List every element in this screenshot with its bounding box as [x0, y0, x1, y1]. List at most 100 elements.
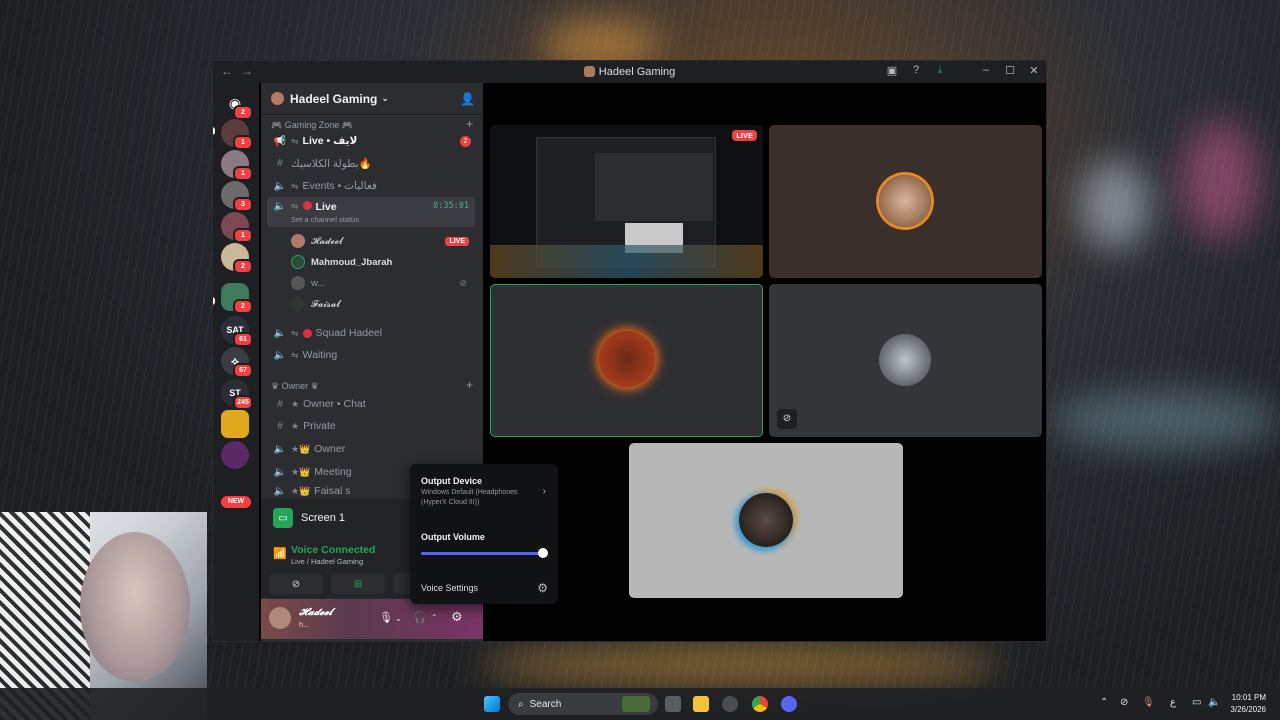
speaker-icon: 🔈: [273, 327, 287, 339]
display-icon[interactable]: ▭: [1192, 697, 1201, 708]
channel-label: Waiting: [302, 349, 338, 361]
avatar[interactable]: [269, 607, 291, 629]
participant-tile[interactable]: [629, 443, 903, 598]
screen-share-label: Screen 1: [301, 512, 346, 524]
channel-private[interactable]: # ★ Private: [267, 416, 475, 436]
category-owner[interactable]: ♛ Owner ♛ +: [271, 378, 473, 392]
channel-squad[interactable]: 🔈 ⇋ Squad Hadeel: [267, 323, 475, 343]
inbox-icon[interactable]: ▣: [886, 64, 898, 77]
server-badge: 3: [233, 197, 253, 212]
voice-channel[interactable]: Live / Hadeel Gaming: [291, 557, 363, 566]
avatar: [291, 255, 305, 269]
download-icon[interactable]: ⤓: [934, 64, 946, 77]
channel-prefix-icon: ⇋: [291, 201, 299, 211]
server-icon[interactable]: [221, 441, 249, 469]
server-icon[interactable]: 2: [221, 243, 253, 274]
chevron-up-icon[interactable]: ⌃: [1100, 697, 1108, 708]
stream-glow: [490, 245, 763, 278]
channel-label: Meeting: [314, 466, 352, 478]
crown-icon: ★👑: [291, 485, 311, 496]
server-badge: 245: [233, 395, 253, 410]
language-indicator[interactable]: ع: [1170, 697, 1176, 708]
chrome-icon[interactable]: [752, 696, 768, 712]
server-icon[interactable]: ⟡ 67: [221, 347, 253, 378]
taskbar-search[interactable]: ⌕ Search: [508, 693, 658, 715]
user-name[interactable]: 𝓗𝓪𝓭𝓮𝓮𝓵: [299, 607, 332, 618]
category-gaming-zone[interactable]: 🎮 Gaming Zone 🎮 +: [271, 117, 473, 131]
title-bar-actions: ▣ ? ⤓ – ☐ ✕: [886, 64, 1040, 77]
voice-user[interactable]: w... ⊘: [291, 274, 473, 292]
discord-home-icon[interactable]: ◉ 2: [221, 89, 253, 120]
screen-share-button[interactable]: ⊞: [331, 574, 385, 594]
crown-icon: ★👑: [291, 443, 311, 454]
announcement-icon: 📢: [273, 135, 287, 147]
server-icon[interactable]: 1: [221, 212, 253, 243]
add-member-icon[interactable]: 👤: [460, 92, 475, 106]
gear-icon[interactable]: ⚙: [537, 581, 548, 595]
help-icon[interactable]: ?: [910, 64, 922, 77]
voice-status[interactable]: Voice Connected: [291, 544, 375, 556]
voice-settings-link[interactable]: Voice Settings: [421, 583, 478, 593]
red-dot-icon: [302, 328, 312, 338]
voice-user[interactable]: 𝓕𝓪𝓲𝓼𝓪𝓵: [291, 295, 473, 313]
server-icon[interactable]: 3: [221, 181, 253, 212]
avatar: [599, 331, 655, 387]
channel-waiting[interactable]: 🔈 ⇋ Waiting: [267, 345, 475, 365]
voice-user-name: w...: [311, 277, 326, 289]
new-servers-pill[interactable]: NEW: [221, 496, 251, 508]
call-timer: 8:35:01: [433, 201, 469, 211]
stream-tile[interactable]: LIVE: [490, 125, 763, 278]
network-off-icon[interactable]: ⊘: [1120, 697, 1128, 708]
minimize-icon[interactable]: –: [980, 64, 992, 77]
server-icon[interactable]: 1: [221, 119, 253, 150]
task-view-icon[interactable]: [665, 696, 681, 712]
title-bar: ← → Hadeel Gaming ▣ ? ⤓ – ☐ ✕: [213, 61, 1046, 83]
channel-events[interactable]: 🔈 ⇋ Events • فعاليات: [267, 176, 475, 196]
app-icon[interactable]: [722, 696, 738, 712]
server-icon[interactable]: 1: [221, 150, 253, 181]
chevron-right-icon[interactable]: ›: [543, 486, 546, 497]
video-off-button[interactable]: ⊘: [269, 574, 323, 594]
add-channel-icon[interactable]: +: [466, 117, 473, 131]
voice-user[interactable]: 𝓗𝓪𝓭𝓮𝓮𝓵 LIVE: [291, 232, 473, 250]
output-volume-slider[interactable]: [421, 552, 543, 555]
server-header[interactable]: Hadeel Gaming ⌄ 👤: [261, 83, 483, 115]
volume-icon[interactable]: 🔈: [1208, 697, 1220, 708]
avatar: [879, 334, 931, 386]
server-folder-icon[interactable]: 2: [221, 283, 253, 314]
microphone-icon[interactable]: 🎙: [1142, 697, 1155, 708]
channel-live-voice[interactable]: 🔈 ⇋ Live 8:35:01 Set a channel status: [267, 197, 475, 227]
participant-tile[interactable]: ⊘: [769, 284, 1042, 437]
channel-owner-chat[interactable]: # ★ Owner • Chat: [267, 394, 475, 414]
windows-start-icon[interactable]: [484, 696, 500, 712]
output-device-title[interactable]: Output Device: [421, 476, 482, 486]
add-channel-icon[interactable]: +: [466, 378, 473, 392]
slider-handle[interactable]: [538, 548, 548, 558]
participant-tile[interactable]: [769, 125, 1042, 278]
maximize-icon[interactable]: ☐: [1004, 64, 1016, 77]
server-icon[interactable]: ST 245: [221, 379, 253, 410]
voice-user[interactable]: Mahmoud_Jbarah: [291, 253, 473, 271]
file-explorer-icon[interactable]: [693, 696, 709, 712]
microphone-icon[interactable]: 🎙: [379, 611, 393, 624]
user-panel: 𝓗𝓪𝓭𝓮𝓮𝓵 h... 🎙 ⌄ 🎧 ⌃ ⚙: [261, 599, 483, 639]
server-icon[interactable]: SAT 61: [221, 316, 253, 347]
gear-icon[interactable]: ⚙: [451, 609, 463, 625]
clock[interactable]: 10:01 PM 3/26/2026: [1230, 692, 1266, 716]
close-icon[interactable]: ✕: [1028, 64, 1040, 77]
channel-owner[interactable]: 🔈 ★👑 Owner: [267, 439, 475, 459]
discord-taskbar-icon[interactable]: [781, 696, 797, 712]
participant-tile-speaking[interactable]: [490, 284, 763, 437]
channel-tournament[interactable]: # بطولة الكلاسيك🔥: [267, 153, 475, 173]
speaker-icon: 🔈: [273, 201, 287, 212]
output-device-value[interactable]: Windows Default (Headphones (HyperX Clou…: [421, 488, 531, 508]
channel-status[interactable]: Set a channel status: [291, 215, 359, 224]
signal-icon[interactable]: 📶: [273, 547, 287, 560]
channel-live-announce[interactable]: 📢 ⇋ Live • لايف 2: [267, 131, 475, 151]
headphones-icon[interactable]: 🎧: [413, 611, 427, 624]
output-settings-popup: Output Device Windows Default (Headphone…: [410, 464, 558, 604]
server-icon[interactable]: [221, 410, 249, 438]
channel-label: Live: [315, 201, 337, 213]
chevron-up-icon[interactable]: ⌃: [431, 613, 438, 622]
chevron-down-icon[interactable]: ⌄: [395, 614, 402, 623]
